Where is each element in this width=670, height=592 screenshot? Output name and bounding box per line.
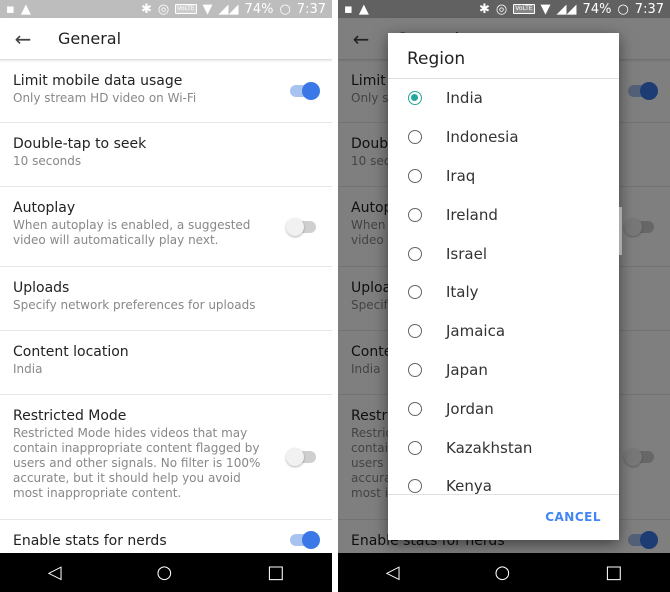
- region-option[interactable]: Ireland: [388, 195, 619, 234]
- radio-button[interactable]: [408, 91, 422, 106]
- setting-item[interactable]: Double-tap to seek 10 seconds: [0, 123, 332, 187]
- navigation-bar: ◁ ○ □: [338, 553, 670, 592]
- region-option[interactable]: Kenya: [388, 467, 619, 495]
- region-label: India: [446, 89, 483, 108]
- status-bar: ▪ ▲ ✱ ◎ VoLTE ▼ ◢◢ 74% ○ 7:37: [0, 0, 332, 18]
- setting-title: Enable stats for nerds: [13, 533, 167, 549]
- radio-button[interactable]: [408, 440, 422, 455]
- setting-item[interactable]: Restricted Mode Restricted Mode hides vi…: [0, 395, 332, 520]
- region-dialog-screen: ▪ ▲ ✱ ◎ VoLTE ▼ ◢◢ 74% ○ 7:37 ← General …: [338, 0, 670, 592]
- battery-percent: 74%: [582, 1, 612, 17]
- bluetooth-icon: ✱: [141, 1, 152, 17]
- location-icon: ◎: [495, 1, 508, 17]
- setting-subtitle: Specify network preferences for uploads: [13, 298, 256, 312]
- back-nav-icon[interactable]: ◁: [386, 562, 400, 583]
- radio-button[interactable]: [408, 401, 422, 416]
- setting-title: Content location: [13, 344, 129, 360]
- setting-item[interactable]: Limit mobile data usage Only stream HD v…: [0, 60, 332, 123]
- setting-title: Uploads: [13, 280, 70, 296]
- setting-title: Double-tap to seek: [13, 136, 147, 152]
- app-bar: ← General: [0, 18, 332, 60]
- back-arrow-icon[interactable]: ←: [0, 27, 46, 51]
- signal-icon: ◢◢: [556, 1, 577, 17]
- setting-subtitle: Only stream HD video on Wi-Fi: [13, 91, 197, 105]
- battery-icon: ○: [617, 1, 629, 17]
- radio-button[interactable]: [408, 362, 422, 377]
- region-label: Japan: [446, 360, 488, 379]
- setting-toggle[interactable]: [286, 448, 316, 466]
- setting-title: Limit mobile data usage: [13, 73, 183, 89]
- region-option[interactable]: Jamaica: [388, 312, 619, 351]
- region-option[interactable]: Italy: [388, 273, 619, 312]
- image-notification-icon: ▪: [6, 1, 15, 17]
- setting-toggle[interactable]: [286, 217, 316, 236]
- bluetooth-icon: ✱: [479, 1, 490, 17]
- status-bar: ▪ ▲ ✱ ◎ VoLTE ▼ ◢◢ 74% ○ 7:37: [338, 0, 670, 18]
- setting-toggle[interactable]: [290, 82, 320, 100]
- home-nav-icon[interactable]: ○: [157, 562, 173, 583]
- setting-item[interactable]: Autoplay When autoplay is enabled, a sug…: [0, 187, 332, 267]
- recents-nav-icon[interactable]: □: [267, 562, 284, 583]
- battery-icon: ○: [279, 1, 291, 17]
- region-option[interactable]: Israel: [388, 234, 619, 273]
- region-label: Jordan: [446, 399, 494, 418]
- radio-button[interactable]: [408, 130, 422, 145]
- region-option[interactable]: Japan: [388, 351, 619, 390]
- battery-percent: 74%: [244, 1, 274, 17]
- cancel-button[interactable]: CANCEL: [545, 510, 601, 524]
- setting-item[interactable]: Uploads Specify network preferences for …: [0, 267, 332, 331]
- recents-nav-icon[interactable]: □: [605, 562, 622, 583]
- setting-subtitle: 10 seconds: [13, 154, 82, 168]
- home-nav-icon[interactable]: ○: [495, 562, 511, 583]
- region-label: Israel: [446, 244, 487, 263]
- radio-button[interactable]: [408, 246, 422, 261]
- region-label: Ireland: [446, 205, 498, 224]
- scrollbar[interactable]: [619, 207, 622, 255]
- radio-button[interactable]: [408, 479, 422, 494]
- volte-badge: VoLTE: [175, 4, 197, 14]
- region-option[interactable]: India: [388, 79, 619, 118]
- setting-title: Restricted Mode: [13, 408, 127, 424]
- back-nav-icon[interactable]: ◁: [48, 562, 62, 583]
- setting-title: Autoplay: [13, 200, 76, 216]
- setting-subtitle: When autoplay is enabled, a suggested vi…: [13, 218, 251, 247]
- wifi-icon: ▼: [202, 1, 213, 17]
- radio-button[interactable]: [408, 285, 422, 300]
- image-notification-icon: ▪: [344, 1, 353, 17]
- setting-subtitle: Restricted Mode hides videos that may co…: [13, 426, 261, 500]
- navigation-bar: ◁ ○ □: [0, 553, 332, 592]
- warning-icon: ▲: [20, 1, 31, 17]
- wifi-icon: ▼: [540, 1, 551, 17]
- region-option[interactable]: Iraq: [388, 157, 619, 196]
- setting-toggle[interactable]: [290, 530, 320, 549]
- region-option[interactable]: Jordan: [388, 389, 619, 428]
- region-dialog: Region India Indonesia Iraq Ireland Isra…: [388, 33, 619, 540]
- region-label: Kazakhstan: [446, 438, 533, 457]
- settings-screen: ▪ ▲ ✱ ◎ VoLTE ▼ ◢◢ 74% ○ 7:37 ← General …: [0, 0, 332, 592]
- warning-icon: ▲: [358, 1, 369, 17]
- signal-icon: ◢◢: [218, 1, 239, 17]
- setting-item[interactable]: Content location India: [0, 331, 332, 395]
- clock: 7:37: [634, 1, 664, 17]
- page-title: General: [58, 29, 122, 48]
- region-option[interactable]: Kazakhstan: [388, 428, 619, 467]
- radio-button[interactable]: [408, 168, 422, 183]
- dialog-title: Region: [388, 33, 619, 79]
- radio-button[interactable]: [408, 207, 422, 222]
- region-label: Indonesia: [446, 128, 519, 147]
- region-label: Kenya: [446, 477, 492, 495]
- region-label: Iraq: [446, 166, 476, 185]
- clock: 7:37: [296, 1, 326, 17]
- volte-badge: VoLTE: [513, 4, 535, 14]
- setting-subtitle: India: [13, 362, 43, 376]
- region-label: Italy: [446, 283, 479, 302]
- region-option[interactable]: Indonesia: [388, 118, 619, 157]
- location-icon: ◎: [157, 1, 170, 17]
- radio-button[interactable]: [408, 324, 422, 339]
- region-label: Jamaica: [446, 322, 506, 341]
